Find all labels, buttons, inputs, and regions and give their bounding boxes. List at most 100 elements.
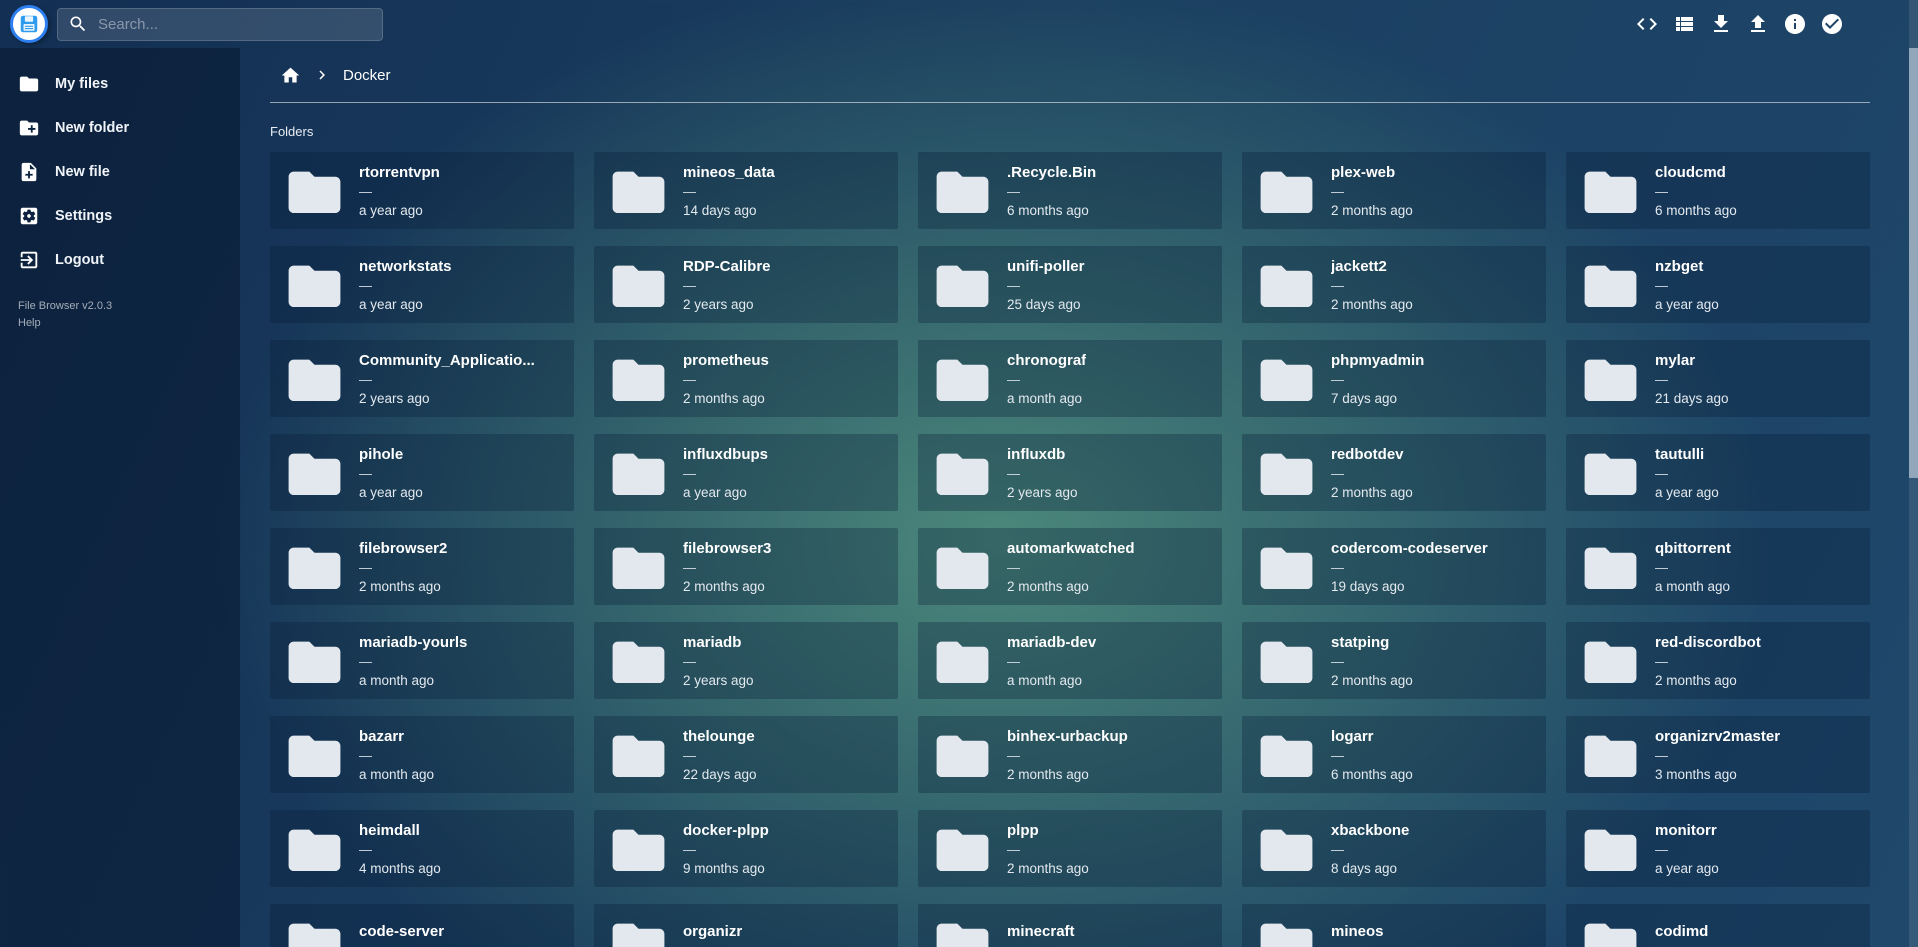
info-icon[interactable] xyxy=(1783,12,1807,36)
folder-card[interactable]: mariadb-yourls — a month ago xyxy=(270,622,574,699)
folder-icon xyxy=(1258,260,1315,310)
folder-size: — xyxy=(683,655,754,668)
folder-card[interactable]: docker-plpp — 9 months ago xyxy=(594,810,898,887)
sidebar-item-settings[interactable]: Settings xyxy=(0,194,240,238)
folder-size: — xyxy=(359,843,441,856)
folder-size: — xyxy=(1007,561,1135,574)
folder-card[interactable]: mariadb — 2 years ago xyxy=(594,622,898,699)
select-multiple-icon[interactable] xyxy=(1820,12,1844,36)
folder-card[interactable]: tautulli — a year ago xyxy=(1566,434,1870,511)
folder-card[interactable]: jackett2 — 2 months ago xyxy=(1242,246,1546,323)
folder-card[interactable]: heimdall — 4 months ago xyxy=(270,810,574,887)
folder-card[interactable]: organizr — xyxy=(594,904,898,947)
folder-size: — xyxy=(683,467,768,480)
folder-card[interactable]: statping — 2 months ago xyxy=(1242,622,1546,699)
folder-icon xyxy=(1582,542,1639,592)
folder-name: cloudcmd xyxy=(1655,164,1737,181)
folder-icon xyxy=(610,636,667,686)
sidebar-item-logout[interactable]: Logout xyxy=(0,238,240,282)
folder-card[interactable]: automarkwatched — 2 months ago xyxy=(918,528,1222,605)
upload-icon[interactable] xyxy=(1746,12,1770,36)
help-link[interactable]: Help xyxy=(18,315,240,332)
folder-size: — xyxy=(359,373,535,386)
folder-card[interactable]: nzbget — a year ago xyxy=(1566,246,1870,323)
folder-card[interactable]: xbackbone — 8 days ago xyxy=(1242,810,1546,887)
folder-size: — xyxy=(683,843,769,856)
download-icon[interactable] xyxy=(1709,12,1733,36)
folder-info: redbotdev — 2 months ago xyxy=(1331,446,1413,500)
folder-card[interactable]: mylar — 21 days ago xyxy=(1566,340,1870,417)
scrollbar[interactable] xyxy=(1909,0,1918,947)
folder-card[interactable]: prometheus — 2 months ago xyxy=(594,340,898,417)
breadcrumb-current[interactable]: Docker xyxy=(343,67,391,84)
folder-card[interactable]: mariadb-dev — a month ago xyxy=(918,622,1222,699)
folder-info: phpmyadmin — 7 days ago xyxy=(1331,352,1424,406)
folder-card[interactable]: codimd — xyxy=(1566,904,1870,947)
folder-card[interactable]: mineos — xyxy=(1242,904,1546,947)
folder-name: thelounge xyxy=(683,728,757,745)
folder-icon xyxy=(286,918,343,947)
scrollbar-thumb[interactable] xyxy=(1909,48,1918,478)
list-view-icon[interactable] xyxy=(1672,12,1696,36)
search-box[interactable] xyxy=(57,8,383,41)
folder-icon xyxy=(286,354,343,404)
sidebar-item-my-files[interactable]: My files xyxy=(0,62,240,106)
folder-icon xyxy=(934,448,991,498)
folder-card[interactable]: monitorr — a year ago xyxy=(1566,810,1870,887)
folder-card[interactable]: filebrowser2 — 2 months ago xyxy=(270,528,574,605)
new-file-icon xyxy=(18,161,40,183)
folder-card[interactable]: influxdbups — a year ago xyxy=(594,434,898,511)
folder-card[interactable]: minecraft — xyxy=(918,904,1222,947)
folder-modified: 2 months ago xyxy=(1007,767,1128,782)
folder-info: mineos — xyxy=(1331,923,1384,947)
folder-card[interactable]: organizrv2master — 3 months ago xyxy=(1566,716,1870,793)
sidebar-item-label: Logout xyxy=(55,252,104,268)
folder-modified: a year ago xyxy=(1655,485,1719,500)
app-logo[interactable] xyxy=(10,5,48,43)
floppy-disk-icon xyxy=(18,13,40,35)
folder-name: tautulli xyxy=(1655,446,1719,463)
folder-name: organizr xyxy=(683,923,742,940)
sidebar-item-label: New file xyxy=(55,164,110,180)
folder-card[interactable]: red-discordbot — 2 months ago xyxy=(1566,622,1870,699)
folder-card[interactable]: thelounge — 22 days ago xyxy=(594,716,898,793)
folder-card[interactable]: pihole — a year ago xyxy=(270,434,574,511)
folder-card[interactable]: cloudcmd — 6 months ago xyxy=(1566,152,1870,229)
search-icon xyxy=(68,14,88,34)
folder-card[interactable]: plex-web — 2 months ago xyxy=(1242,152,1546,229)
folder-card[interactable]: redbotdev — 2 months ago xyxy=(1242,434,1546,511)
folder-card[interactable]: rtorrentvpn — a year ago xyxy=(270,152,574,229)
folder-card[interactable]: chronograf — a month ago xyxy=(918,340,1222,417)
folder-grid: rtorrentvpn — a year ago mineos_data — 1… xyxy=(270,152,1870,947)
folder-name: automarkwatched xyxy=(1007,540,1135,557)
sidebar-item-new-folder[interactable]: New folder xyxy=(0,106,240,150)
folder-name: mineos xyxy=(1331,923,1384,940)
folder-card[interactable]: Community_Applicatio... — 2 years ago xyxy=(270,340,574,417)
folder-card[interactable]: .Recycle.Bin — 6 months ago xyxy=(918,152,1222,229)
folder-card[interactable]: networkstats — a year ago xyxy=(270,246,574,323)
folder-info: red-discordbot — 2 months ago xyxy=(1655,634,1761,688)
folder-size: — xyxy=(1007,373,1086,386)
chevron-right-icon xyxy=(313,66,331,84)
folder-card[interactable]: bazarr — a month ago xyxy=(270,716,574,793)
folder-size: — xyxy=(1331,373,1424,386)
sidebar-item-label: New folder xyxy=(55,120,129,136)
folder-card[interactable]: mineos_data — 14 days ago xyxy=(594,152,898,229)
folder-card[interactable]: plpp — 2 months ago xyxy=(918,810,1222,887)
folder-icon xyxy=(1582,166,1639,216)
code-icon[interactable] xyxy=(1635,12,1659,36)
search-input[interactable] xyxy=(98,16,372,33)
folder-card[interactable]: logarr — 6 months ago xyxy=(1242,716,1546,793)
folder-card[interactable]: codercom-codeserver — 19 days ago xyxy=(1242,528,1546,605)
folder-card[interactable]: phpmyadmin — 7 days ago xyxy=(1242,340,1546,417)
home-icon[interactable] xyxy=(280,65,301,86)
folder-card[interactable]: filebrowser3 — 2 months ago xyxy=(594,528,898,605)
folder-card[interactable]: qbittorrent — a month ago xyxy=(1566,528,1870,605)
sidebar-item-new-file[interactable]: New file xyxy=(0,150,240,194)
folder-card[interactable]: influxdb — 2 years ago xyxy=(918,434,1222,511)
folder-card[interactable]: binhex-urbackup — 2 months ago xyxy=(918,716,1222,793)
folder-card[interactable]: code-server — xyxy=(270,904,574,947)
folder-card[interactable]: RDP-Calibre — 2 years ago xyxy=(594,246,898,323)
folder-info: influxdb — 2 years ago xyxy=(1007,446,1078,500)
folder-card[interactable]: unifi-poller — 25 days ago xyxy=(918,246,1222,323)
